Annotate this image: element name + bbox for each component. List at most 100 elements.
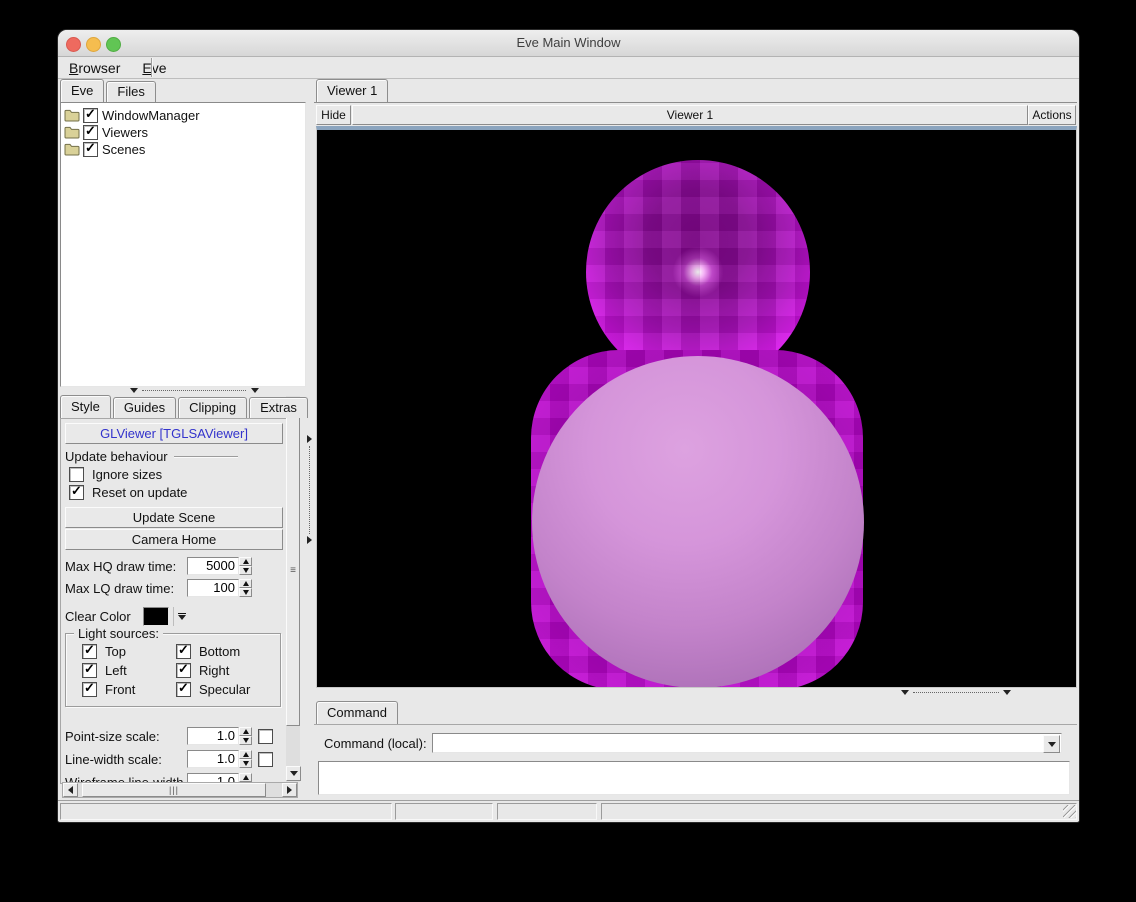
light-bottom-option[interactable]: Bottom [176, 644, 240, 659]
eve-main-window: Eve Main Window Browser Eve Eve Files Wi… [58, 30, 1079, 822]
splitter-arrow-icon [130, 388, 138, 393]
clear-color-dropdown[interactable] [173, 607, 190, 626]
tab-style[interactable]: Style [60, 395, 111, 418]
style-panel-vscrollbar[interactable]: ≡ [286, 396, 300, 782]
reset-on-update-label: Reset on update [92, 485, 187, 500]
ignore-sizes-option[interactable]: Ignore sizes [69, 467, 162, 482]
light-top-checkbox[interactable] [82, 644, 97, 659]
line-width-label: Line-width scale: [65, 752, 187, 767]
max-lq-value[interactable]: 100 [187, 579, 239, 597]
spin-down-icon[interactable] [239, 759, 252, 768]
camera-home-button[interactable]: Camera Home [65, 529, 283, 550]
horizontal-splitter[interactable] [60, 387, 304, 395]
spin-up-icon[interactable] [239, 579, 252, 588]
clear-color-label: Clear Color [65, 609, 143, 624]
clear-color-swatch[interactable] [143, 607, 169, 626]
tab-command[interactable]: Command [316, 701, 398, 724]
point-size-checkbox[interactable] [258, 729, 273, 744]
menu-browser[interactable]: Browser [58, 60, 131, 76]
update-behaviour-title: Update behaviour [65, 449, 168, 464]
gl-viewport[interactable] [316, 126, 1077, 688]
tree-checkbox[interactable] [83, 125, 98, 140]
max-hq-spinner[interactable]: 5000 [187, 557, 252, 575]
vscroll-thumb[interactable]: ≡ [286, 414, 300, 726]
tree-item-label: WindowManager [102, 108, 200, 123]
light-left-label: Left [105, 663, 127, 678]
light-left-option[interactable]: Left [82, 663, 127, 678]
viewer-command-splitter[interactable] [316, 689, 1075, 697]
tree-checkbox[interactable] [83, 142, 98, 157]
menu-eve[interactable]: Eve [131, 60, 177, 76]
command-panel: Command (local): [314, 724, 1077, 797]
tab-extras[interactable]: Extras [249, 397, 308, 418]
clear-color-row: Clear Color [65, 607, 190, 626]
tree-item-viewers[interactable]: Viewers [64, 124, 305, 141]
group-rule [174, 456, 238, 457]
tab-guides[interactable]: Guides [113, 397, 176, 418]
reset-on-update-option[interactable]: Reset on update [69, 485, 187, 500]
light-specular-checkbox[interactable] [176, 682, 191, 697]
light-front-option[interactable]: Front [82, 682, 135, 697]
vertical-splitter[interactable] [305, 80, 314, 796]
tab-viewer-1[interactable]: Viewer 1 [316, 79, 388, 102]
resize-grip-icon[interactable] [1063, 805, 1076, 818]
splitter-arrow-icon [1003, 690, 1011, 695]
reset-on-update-checkbox[interactable] [69, 485, 84, 500]
sidebar-tabs: Eve Files [60, 80, 158, 102]
ignore-sizes-checkbox[interactable] [69, 467, 84, 482]
hscroll-thumb[interactable]: ||| [82, 783, 266, 797]
light-front-label: Front [105, 682, 135, 697]
line-width-spinner[interactable]: 1.0 [187, 750, 252, 768]
folder-icon [64, 109, 80, 122]
tree-item-windowmanager[interactable]: WindowManager [64, 107, 305, 124]
combo-dropdown-icon[interactable] [1043, 735, 1060, 753]
spin-up-icon[interactable] [239, 750, 252, 759]
viewer-title-bar[interactable]: Viewer 1 [352, 105, 1028, 125]
max-lq-spinner[interactable]: 100 [187, 579, 252, 597]
spin-up-icon[interactable] [239, 727, 252, 736]
line-width-checkbox[interactable] [258, 752, 273, 767]
light-right-option[interactable]: Right [176, 663, 229, 678]
point-size-spinner[interactable]: 1.0 [187, 727, 252, 745]
actions-button[interactable]: Actions [1028, 105, 1076, 125]
command-combobox[interactable] [432, 733, 1062, 753]
scroll-left-icon[interactable] [63, 783, 78, 797]
light-right-checkbox[interactable] [176, 663, 191, 678]
max-lq-label: Max LQ draw time: [65, 581, 187, 596]
scroll-right-icon[interactable] [282, 783, 297, 797]
style-tabs: Style Guides Clipping Extras [60, 396, 310, 418]
light-bottom-checkbox[interactable] [176, 644, 191, 659]
max-hq-value[interactable]: 5000 [187, 557, 239, 575]
spin-down-icon[interactable] [239, 736, 252, 745]
glviewer-button[interactable]: GLViewer [TGLSAViewer] [65, 423, 283, 444]
scroll-down-icon[interactable] [286, 766, 301, 781]
light-top-option[interactable]: Top [82, 644, 126, 659]
spin-up-icon[interactable] [239, 557, 252, 566]
update-scene-button[interactable]: Update Scene [65, 507, 283, 528]
spin-up-icon[interactable] [239, 773, 252, 782]
light-left-checkbox[interactable] [82, 663, 97, 678]
command-output[interactable] [318, 761, 1070, 795]
light-front-checkbox[interactable] [82, 682, 97, 697]
folder-icon [64, 143, 80, 156]
light-specular-label: Specular [199, 682, 250, 697]
spin-down-icon[interactable] [239, 566, 252, 575]
point-size-row: Point-size scale: 1.0 [65, 727, 273, 745]
command-input[interactable] [432, 733, 1062, 753]
splitter-arrow-icon [251, 388, 259, 393]
tab-files[interactable]: Files [106, 81, 155, 102]
spin-down-icon[interactable] [239, 588, 252, 597]
tree-checkbox[interactable] [83, 108, 98, 123]
tab-clipping[interactable]: Clipping [178, 397, 247, 418]
hide-button[interactable]: Hide [316, 105, 351, 125]
point-size-value[interactable]: 1.0 [187, 727, 239, 745]
splitter-arrow-icon [307, 435, 312, 443]
light-specular-option[interactable]: Specular [176, 682, 250, 697]
splitter-arrow-icon [307, 536, 312, 544]
style-panel-hscrollbar[interactable]: ||| [62, 782, 298, 798]
line-width-value[interactable]: 1.0 [187, 750, 239, 768]
light-right-label: Right [199, 663, 229, 678]
tree-item-scenes[interactable]: Scenes [64, 141, 305, 158]
tab-eve[interactable]: Eve [60, 79, 104, 102]
title-bar[interactable]: Eve Main Window [58, 30, 1079, 57]
